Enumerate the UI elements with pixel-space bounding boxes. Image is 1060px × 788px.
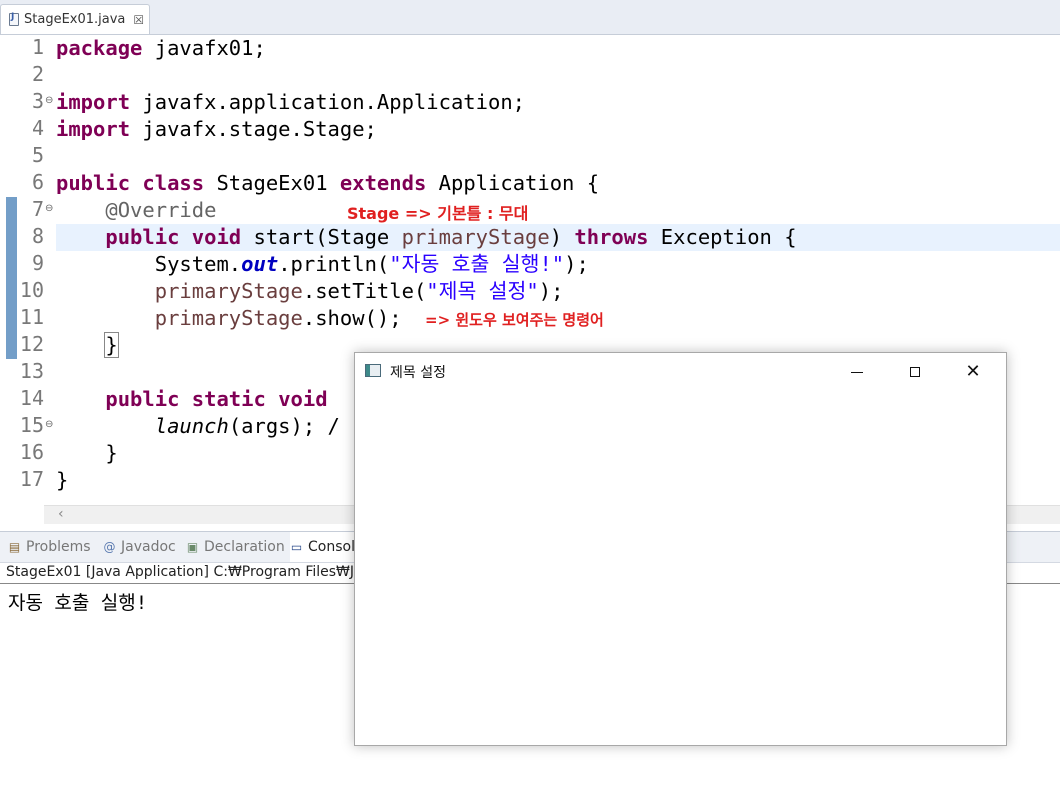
- line-number: 11: [19, 305, 44, 329]
- declaration-icon: ▣: [186, 539, 199, 554]
- java-file-icon: [9, 12, 19, 26]
- line-number: 9: [31, 251, 44, 275]
- console-icon: ▭: [290, 539, 303, 554]
- line-number: 5: [31, 143, 44, 167]
- code-line-6: public class StageEx01 extends Applicati…: [56, 171, 600, 195]
- close-icon[interactable]: ☒: [133, 13, 144, 27]
- line-number: 4: [31, 116, 44, 140]
- code-line-12: }: [104, 332, 119, 358]
- tab-problems[interactable]: ▤ Problems: [8, 532, 91, 562]
- editor-tab-label: StageEx01.java: [24, 12, 126, 27]
- maximize-button[interactable]: [886, 353, 944, 391]
- javafx-stage-window[interactable]: 제목 설정 ✕: [354, 352, 1007, 746]
- line-number: 7: [31, 197, 44, 221]
- javadoc-icon: @: [103, 539, 116, 554]
- tab-javadoc[interactable]: @ Javadoc: [103, 532, 176, 562]
- close-icon: ✕: [965, 361, 981, 382]
- close-button[interactable]: ✕: [944, 353, 1002, 391]
- window-titlebar[interactable]: 제목 설정 ✕: [355, 353, 1006, 391]
- line-number: 6: [31, 170, 44, 194]
- line-number: 3: [31, 89, 44, 113]
- code-line-3: import javafx.application.Application;: [56, 90, 526, 114]
- code-line-8: public void start(Stage primaryStage) th…: [105, 225, 797, 249]
- minimize-icon: [851, 371, 863, 373]
- show-annotation: => 윈도우 보여주는 명령어: [425, 311, 604, 329]
- line-number: 16: [19, 440, 44, 464]
- line-number: 13: [19, 359, 44, 383]
- line-number: 10: [19, 278, 44, 302]
- code-line-16: }: [105, 441, 118, 465]
- tab-declaration[interactable]: ▣ Declaration: [186, 532, 285, 562]
- code-line-17: }: [56, 468, 69, 492]
- line-number: 8: [31, 224, 44, 248]
- line-number: 2: [31, 62, 44, 86]
- line-number: 1: [31, 35, 44, 59]
- editor-tabbar: StageEx01.java ☒: [0, 0, 1060, 35]
- console-output[interactable]: 자동 호출 실행!: [8, 588, 147, 615]
- line-number: 12: [19, 332, 44, 356]
- code-line-1: package javafx01;: [56, 36, 266, 60]
- line-number: 17: [19, 467, 44, 491]
- app-window-icon: [365, 364, 381, 377]
- fold-minus-icon[interactable]: ⊖: [45, 203, 53, 214]
- code-line-4: import javafx.stage.Stage;: [56, 117, 377, 141]
- maximize-icon: [910, 367, 920, 377]
- window-title: 제목 설정: [390, 365, 446, 381]
- problems-icon: ▤: [8, 539, 21, 554]
- minimize-button[interactable]: [828, 353, 886, 391]
- editor-tab-stageex01[interactable]: StageEx01.java ☒: [0, 4, 150, 34]
- stage-annotation: Stage => 기본틀 : 무대: [347, 204, 529, 223]
- code-line-14: public static void: [105, 387, 328, 411]
- code-line-9: System.out.println("자동 호출 실행!");: [154, 252, 589, 276]
- line-number: 15: [19, 413, 44, 437]
- fold-minus-icon[interactable]: ⊖: [45, 95, 53, 106]
- code-line-10: primaryStage.setTitle("제목 설정");: [154, 279, 564, 303]
- code-line-15: launch(args); /: [154, 414, 340, 438]
- console-launch-header: StageEx01 [Java Application] C:₩Program …: [6, 564, 380, 580]
- code-line-11: primaryStage.show();: [154, 306, 402, 330]
- line-number: 14: [19, 386, 44, 410]
- code-line-7: @Override: [105, 198, 217, 222]
- chevron-left-icon[interactable]: ‹: [58, 506, 64, 522]
- fold-minus-icon[interactable]: ⊖: [45, 419, 53, 430]
